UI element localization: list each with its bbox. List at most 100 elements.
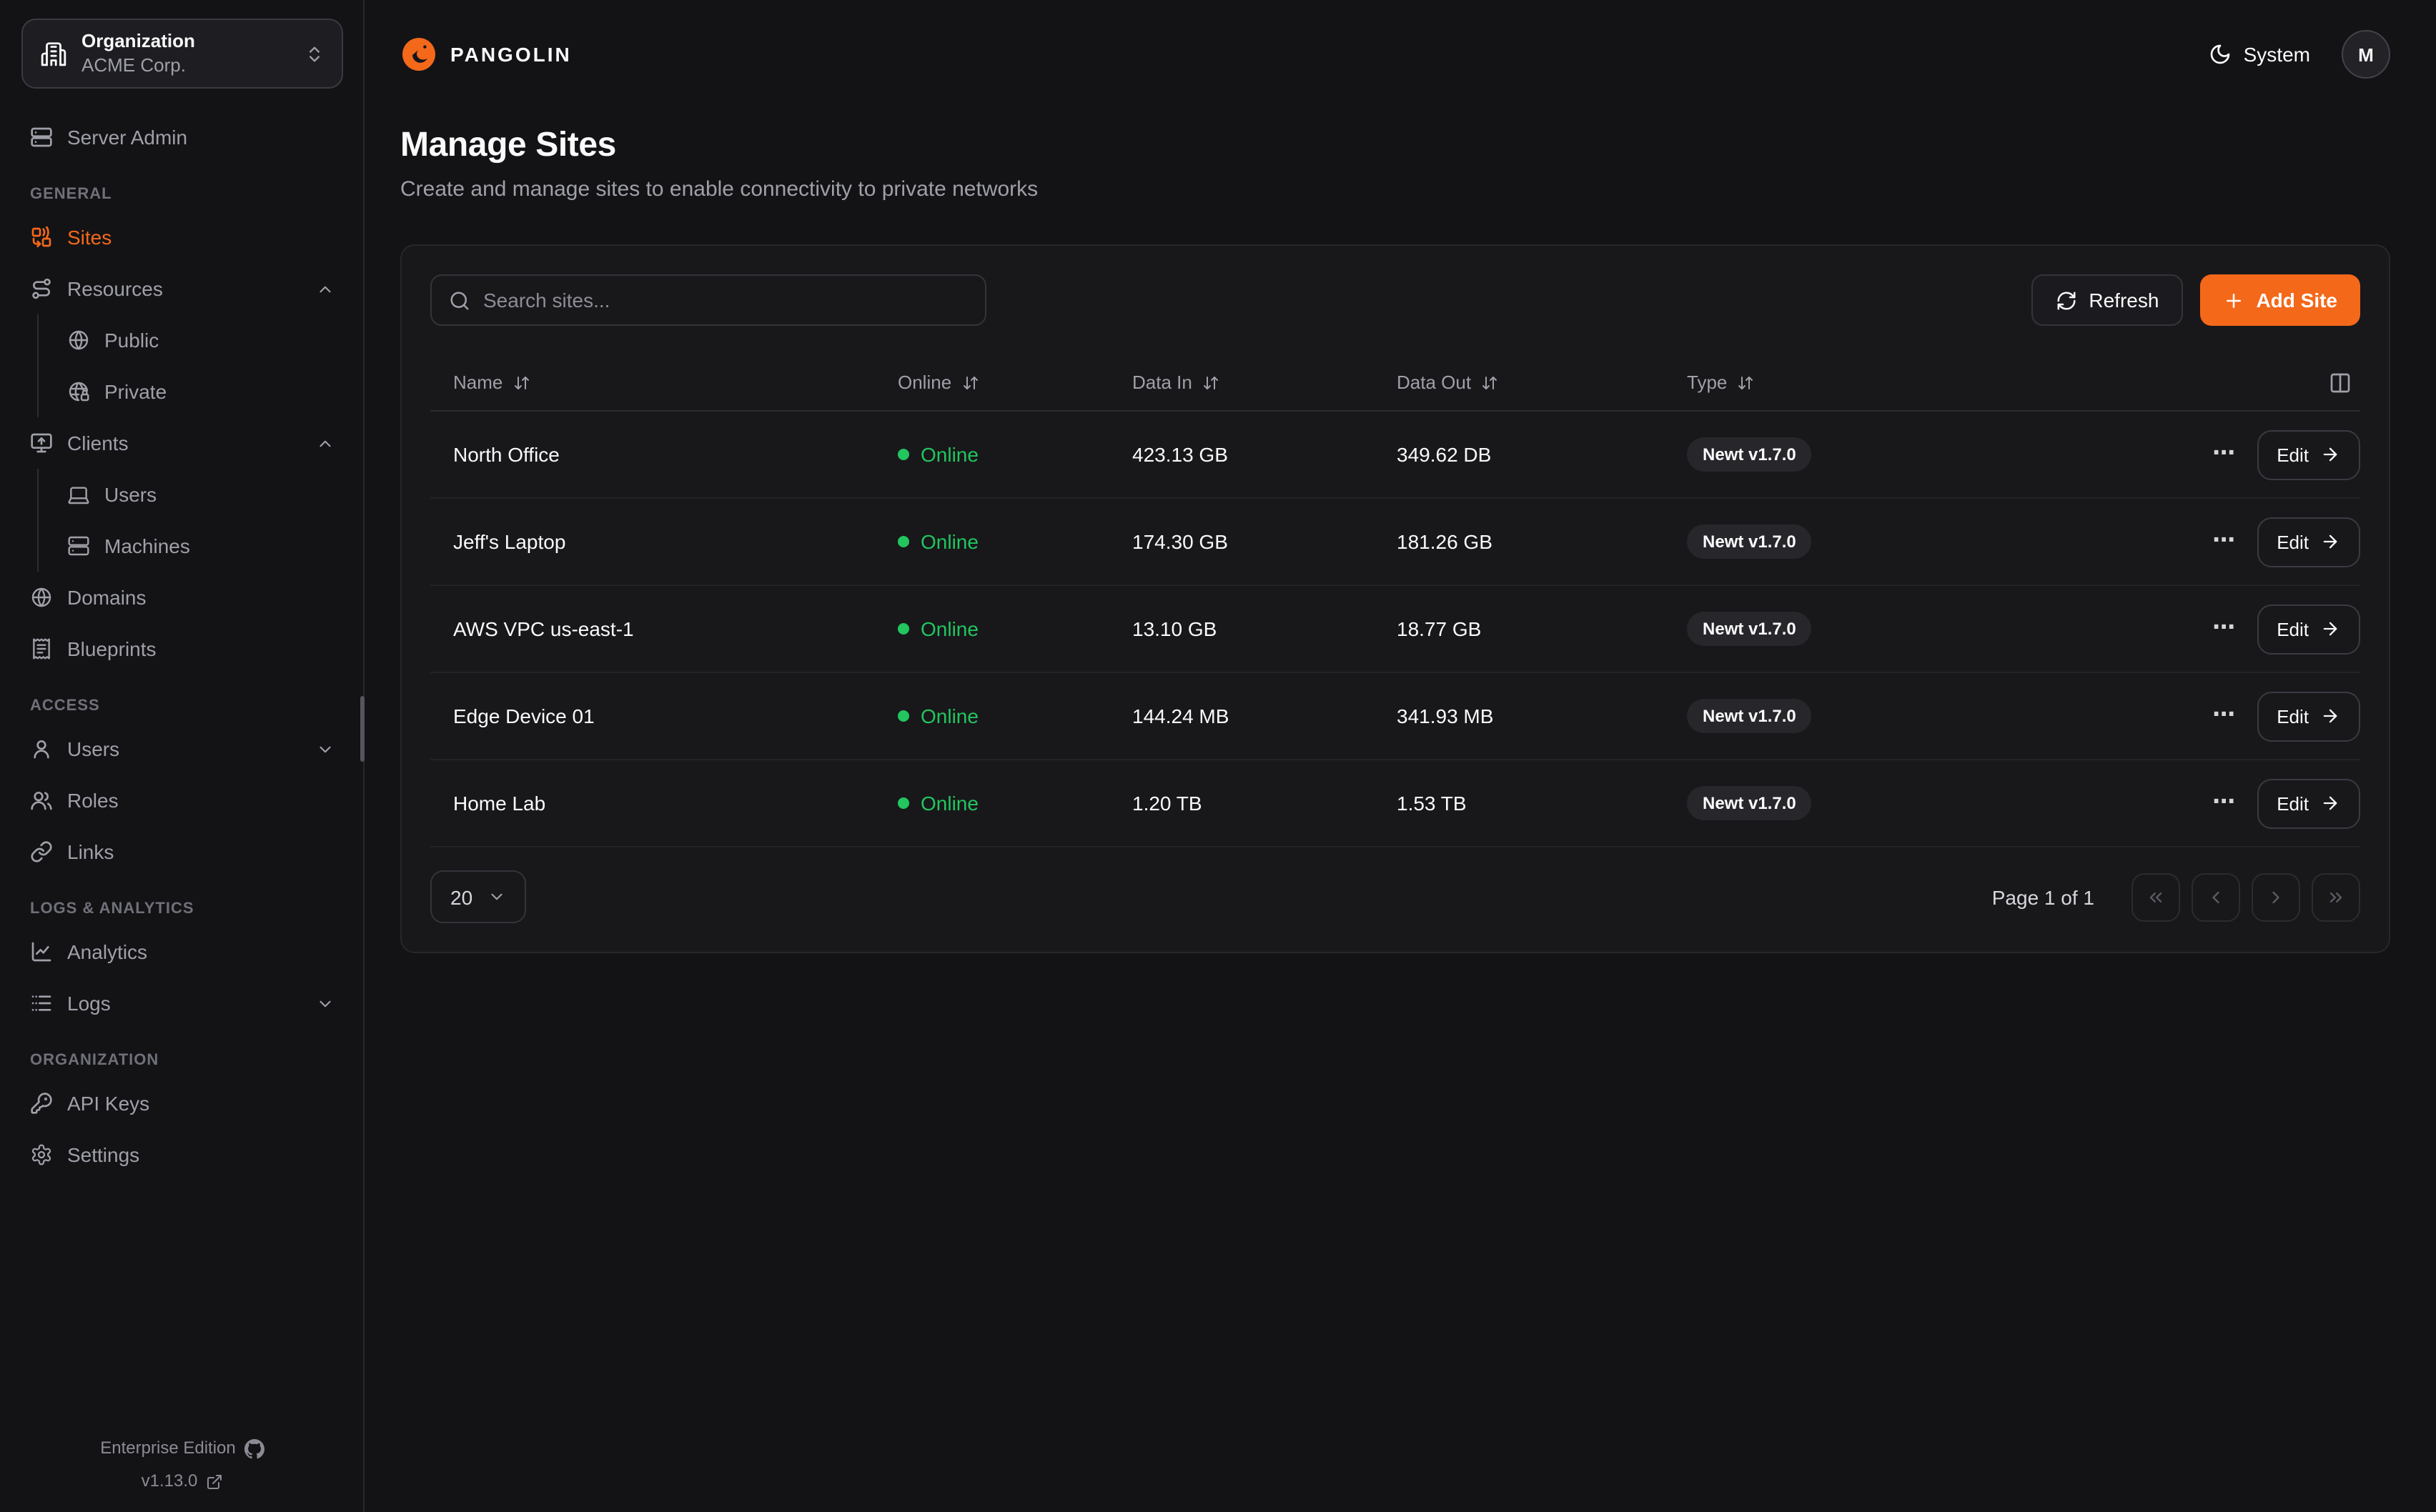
- section-label-organization: ORGANIZATION: [30, 1052, 343, 1069]
- table-row: AWS VPC us-east-1 Online 13.10 GB 18.77 …: [430, 586, 2360, 673]
- avatar[interactable]: M: [2342, 30, 2390, 79]
- receipt-icon: [30, 637, 53, 660]
- sidebar-item-public[interactable]: Public: [59, 314, 343, 366]
- sidebar-item-label: Users: [67, 737, 302, 760]
- chevron-down-icon: [487, 887, 505, 906]
- site-name: North Office: [430, 443, 875, 466]
- sort-icon: [1202, 374, 1219, 391]
- sidebar-item-label: Domains: [67, 586, 335, 609]
- site-type: Newt v1.7.0: [1664, 786, 2066, 820]
- sidebar-item-api-keys[interactable]: API Keys: [21, 1078, 343, 1129]
- sidebar-item-resources[interactable]: Resources: [21, 263, 343, 314]
- sidebar-item-private[interactable]: Private: [59, 366, 343, 417]
- chart-line-icon: [30, 940, 53, 963]
- chevrons-left-icon: [2146, 887, 2166, 907]
- sidebar-item-domains[interactable]: Domains: [21, 572, 343, 623]
- sidebar-item-label: Machines: [104, 534, 335, 557]
- sidebar-item-blueprints[interactable]: Blueprints: [21, 623, 343, 675]
- sidebar-item-machines[interactable]: Machines: [59, 520, 343, 572]
- sidebar-item-label: Server Admin: [67, 126, 335, 149]
- sidebar-item-sites[interactable]: Sites: [21, 212, 343, 263]
- sidebar-item-roles[interactable]: Roles: [21, 775, 343, 826]
- page-size-select[interactable]: 20: [430, 870, 525, 923]
- moon-icon: [2209, 43, 2232, 66]
- sort-icon: [1737, 374, 1754, 391]
- sidebar-item-label: Sites: [67, 226, 335, 249]
- add-site-label: Add Site: [2256, 289, 2337, 312]
- globe-icon: [30, 586, 53, 609]
- sidebar-item-label: API Keys: [67, 1092, 335, 1115]
- sidebar-item-server-admin[interactable]: Server Admin: [21, 111, 343, 163]
- sidebar-item-settings[interactable]: Settings: [21, 1129, 343, 1180]
- sort-icon: [961, 374, 979, 391]
- globe-icon: [67, 329, 90, 352]
- type-badge: Newt v1.7.0: [1687, 699, 1812, 733]
- site-data-out: 18.77 GB: [1374, 617, 1664, 640]
- refresh-button[interactable]: Refresh: [2031, 274, 2183, 326]
- column-visibility-button[interactable]: [2326, 368, 2355, 397]
- search-input[interactable]: [483, 289, 968, 312]
- edit-button[interactable]: Edit: [2257, 517, 2360, 567]
- chevron-up-icon: [316, 279, 335, 298]
- column-label: Online: [898, 372, 951, 393]
- column-header-data-out[interactable]: Data Out: [1374, 372, 1664, 393]
- key-icon: [30, 1092, 53, 1115]
- org-switcher[interactable]: Organization ACME Corp.: [21, 19, 343, 89]
- edit-button[interactable]: Edit: [2257, 778, 2360, 828]
- refresh-icon: [2056, 289, 2077, 311]
- edit-button[interactable]: Edit: [2257, 429, 2360, 479]
- column-header-type[interactable]: Type: [1664, 372, 2066, 393]
- column-header-actions: [2066, 368, 2360, 397]
- edit-button[interactable]: Edit: [2257, 604, 2360, 654]
- prev-page-button[interactable]: [2192, 872, 2240, 921]
- chevrons-right-icon: [2326, 887, 2346, 907]
- site-status: Online: [875, 705, 1109, 727]
- column-header-name[interactable]: Name: [430, 372, 875, 393]
- sidebar-item-links[interactable]: Links: [21, 826, 343, 877]
- sidebar-item-users[interactable]: Users: [21, 723, 343, 775]
- column-label: Name: [453, 372, 502, 393]
- sidebar-item-logs[interactable]: Logs: [21, 978, 343, 1029]
- plus-icon: [2223, 289, 2244, 311]
- github-icon[interactable]: [244, 1439, 264, 1459]
- chevrons-up-down-icon: [304, 44, 325, 64]
- first-page-button[interactable]: [2132, 872, 2180, 921]
- sidebar-item-label: Public: [104, 329, 335, 352]
- next-page-button[interactable]: [2252, 872, 2300, 921]
- column-header-online[interactable]: Online: [875, 372, 1109, 393]
- row-more-button[interactable]: ⋯: [2212, 705, 2237, 727]
- server-icon: [30, 126, 53, 149]
- theme-toggle[interactable]: System: [2209, 43, 2310, 66]
- columns-icon: [2329, 371, 2352, 394]
- topbar-right: System M: [2209, 30, 2390, 79]
- sidebar-item-client-users[interactable]: Users: [59, 469, 343, 520]
- sidebar-item-analytics[interactable]: Analytics: [21, 926, 343, 978]
- table-header: Name Online Data In Data Out Type: [430, 354, 2360, 412]
- column-label: Data Out: [1397, 372, 1471, 393]
- edit-label: Edit: [2277, 792, 2309, 814]
- users-icon: [30, 789, 53, 812]
- building-icon: [40, 40, 67, 67]
- chevron-up-icon: [316, 434, 335, 452]
- site-data-out: 181.26 GB: [1374, 530, 1664, 553]
- row-more-button[interactable]: ⋯: [2212, 443, 2237, 466]
- sidebar-scrollbar[interactable]: [360, 696, 365, 762]
- chevron-down-icon: [316, 994, 335, 1013]
- last-page-button[interactable]: [2312, 872, 2360, 921]
- row-more-button[interactable]: ⋯: [2212, 617, 2237, 640]
- site-status: Online: [875, 792, 1109, 815]
- add-site-button[interactable]: Add Site: [2200, 274, 2360, 326]
- row-more-button[interactable]: ⋯: [2212, 792, 2237, 815]
- column-header-data-in[interactable]: Data In: [1109, 372, 1374, 393]
- site-name: AWS VPC us-east-1: [430, 617, 875, 640]
- site-data-in: 423.13 GB: [1109, 443, 1374, 466]
- sidebar-item-clients[interactable]: Clients: [21, 417, 343, 469]
- site-name: Jeff's Laptop: [430, 530, 875, 553]
- edit-button[interactable]: Edit: [2257, 691, 2360, 741]
- clients-subgroup: Users Machines: [37, 469, 343, 572]
- resources-subgroup: Public Private: [37, 314, 343, 417]
- section-label-general: GENERAL: [30, 186, 343, 203]
- sidebar-item-label: Resources: [67, 277, 302, 300]
- external-link-icon[interactable]: [206, 1473, 223, 1490]
- row-more-button[interactable]: ⋯: [2212, 530, 2237, 553]
